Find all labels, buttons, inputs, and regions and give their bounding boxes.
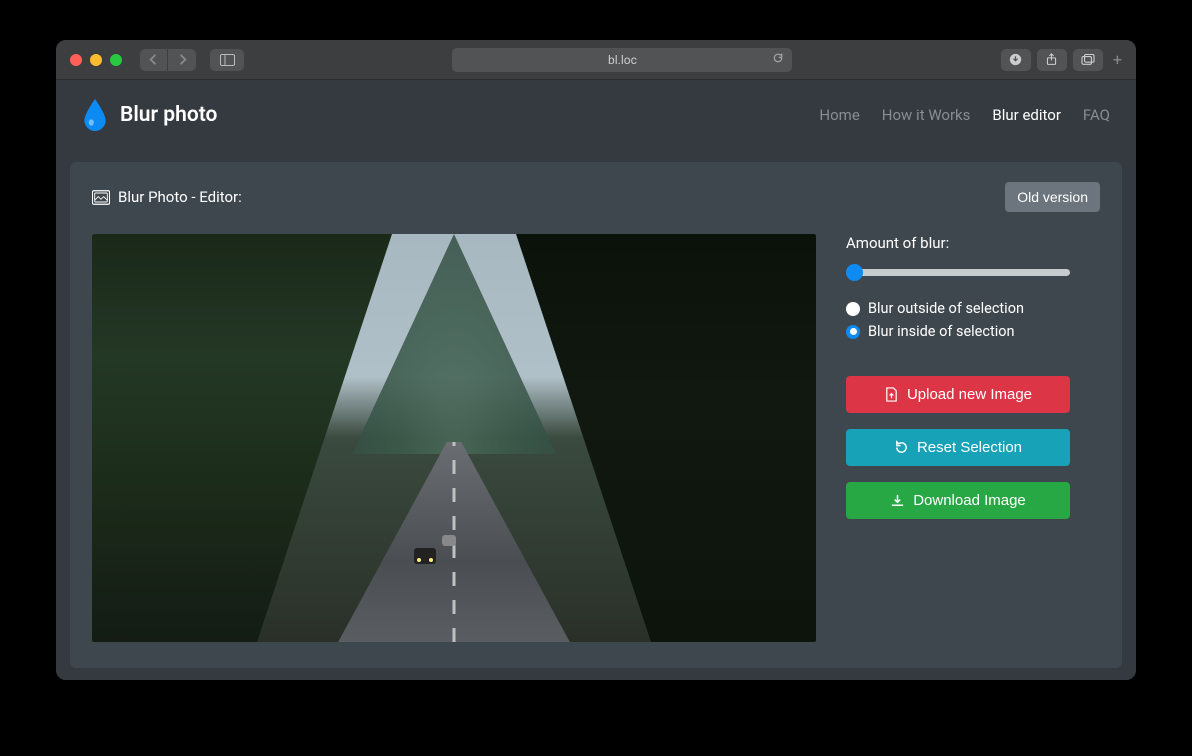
image-icon [92,190,110,205]
download-icon [890,493,905,508]
new-tab-button[interactable]: + [1113,50,1122,69]
nav-back-forward [140,49,196,71]
url-bar[interactable]: bl.loc [452,48,792,72]
download-label: Download Image [913,492,1026,509]
controls-sidebar: Amount of blur: Blur outside of selectio… [846,234,1070,642]
scene-mountain [352,234,556,454]
blur-amount-slider[interactable] [846,262,1070,282]
url-text: bl.loc [608,53,637,67]
tabs-icon [1081,54,1095,66]
chevron-left-icon [146,52,161,67]
toolbar-right: + [1001,49,1122,71]
old-version-button[interactable]: Old version [1005,182,1100,212]
scene-trees-right [516,234,816,642]
upload-label: Upload new Image [907,386,1032,403]
download-circle-icon [1009,53,1022,66]
amount-of-blur-label: Amount of blur: [846,234,1070,252]
app-header: Blur photo Home How it Works Blur editor… [56,80,1136,150]
image-canvas[interactable] [92,234,816,642]
reload-button[interactable] [772,52,784,68]
back-button[interactable] [140,49,168,71]
scene-car [442,535,456,546]
download-image-button[interactable]: Download Image [846,482,1070,519]
minimize-window-button[interactable] [90,54,102,66]
brand-title: Blur photo [120,103,217,127]
nav-blur-editor[interactable]: Blur editor [992,106,1061,124]
maximize-window-button[interactable] [110,54,122,66]
radio-inside-label: Blur inside of selection [868,323,1015,340]
radio-blur-inside[interactable]: Blur inside of selection [846,323,1070,340]
radio-blur-outside[interactable]: Blur outside of selection [846,300,1070,317]
forward-button[interactable] [168,49,196,71]
radio-icon [846,325,860,339]
blur-slider-wrap [846,262,1070,286]
sidebar-toggle-button[interactable] [210,49,244,71]
panel-header: Blur Photo - Editor: Old version [92,182,1100,212]
tabs-button[interactable] [1073,49,1103,71]
titlebar: bl.loc + [56,40,1136,80]
panel-title-text: Blur Photo - Editor: [118,188,242,206]
chevron-right-icon [175,52,190,67]
editor-panel: Blur Photo - Editor: Old version [70,162,1122,668]
radio-outside-label: Blur outside of selection [868,300,1024,317]
scene-car [414,548,436,564]
nav-home[interactable]: Home [819,106,859,124]
reload-icon [772,52,784,64]
close-window-button[interactable] [70,54,82,66]
upload-new-image-button[interactable]: Upload new Image [846,376,1070,413]
downloads-button[interactable] [1001,49,1031,71]
traffic-lights [70,54,122,66]
app: Blur photo Home How it Works Blur editor… [56,80,1136,680]
radio-icon [846,302,860,316]
share-icon [1045,53,1058,66]
refresh-icon [894,440,909,455]
nav-links: Home How it Works Blur editor FAQ [819,106,1110,124]
reset-selection-button[interactable]: Reset Selection [846,429,1070,466]
reset-label: Reset Selection [917,439,1022,456]
file-upload-icon [884,387,899,402]
share-button[interactable] [1037,49,1067,71]
sidebar-icon [220,54,235,66]
logo-drop-icon [82,99,108,131]
nav-faq[interactable]: FAQ [1083,106,1110,124]
scene-trees-left [92,234,392,642]
nav-how-it-works[interactable]: How it Works [882,106,971,124]
browser-window: bl.loc + Blur photo [56,40,1136,680]
brand: Blur photo [82,99,217,131]
panel-title: Blur Photo - Editor: [92,188,242,206]
editor-content: Amount of blur: Blur outside of selectio… [92,234,1100,642]
